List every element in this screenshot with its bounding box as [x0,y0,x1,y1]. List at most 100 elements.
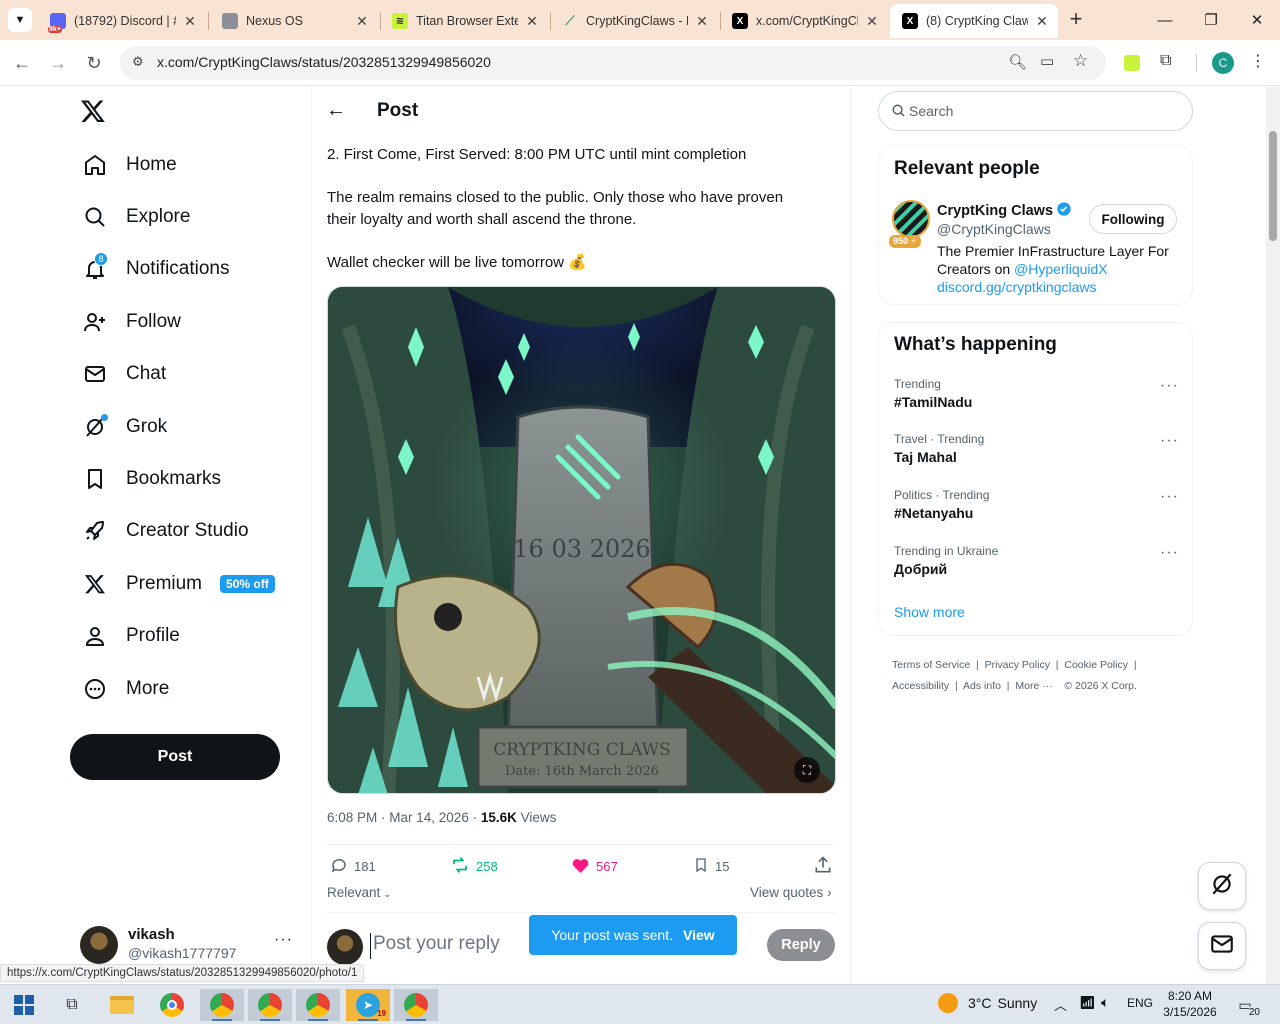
sidebar-item-follow[interactable]: Follow [70,298,193,346]
reply-input[interactable]: Post your reply [370,933,520,959]
task-view-icon[interactable]: ⧉ [50,989,94,1021]
forward-button[interactable]: → [45,50,71,76]
weather-widget[interactable]: 3°C Sunny [938,993,1037,1013]
extensions-icon[interactable]: ⧉ [1160,52,1171,70]
search-input[interactable]: Search [878,91,1193,131]
close-icon[interactable]: ✕ [864,13,880,30]
zoom-icon[interactable]: 🔍︎ [1008,53,1027,71]
file-explorer-icon[interactable] [100,989,144,1021]
clock[interactable]: 8:20 AM 3/15/2026 [1160,988,1220,1020]
chrome-profile-w-icon[interactable] [296,989,340,1021]
following-button[interactable]: Following [1089,204,1177,234]
trend-item[interactable]: Trending #TamilNadu ··· [894,377,1179,417]
back-arrow-icon[interactable]: ← [326,99,346,122]
close-icon[interactable]: ✕ [354,13,370,30]
chrome-icon[interactable] [150,989,194,1021]
more-dots-icon[interactable]: ··· [1160,544,1179,562]
post-timestamp[interactable]: 6:08 PM · Mar 14, 2026 · [327,810,481,825]
footer-link[interactable]: Ads info [963,680,1001,692]
bookmark-stat[interactable]: 15 [693,856,729,877]
wifi-icon[interactable]: 📶︎ [1079,995,1096,1011]
like-stat[interactable]: 567 [571,856,618,877]
scrollbar[interactable] [1266,87,1280,984]
tab-x-profile[interactable]: X x.com/CryptKingCl ✕ [720,4,888,38]
sidebar-item-creator-studio[interactable]: Creator Studio [70,507,261,555]
tab-nexus-os[interactable]: Nexus OS ✕ [210,4,378,38]
trend-item[interactable]: Trending in Ukraine Добрий ··· [894,544,1179,584]
sidebar-item-home[interactable]: Home [70,141,189,189]
language-indicator[interactable]: ENG [1127,996,1153,1010]
restore-button[interactable]: ❐ [1188,0,1234,40]
address-bar[interactable]: ⚙ x.com/CryptKingClaws/status/2032851329… [120,46,1106,80]
chrome-profile-a-icon[interactable] [248,989,292,1021]
footer-link[interactable]: Accessibility [892,680,949,692]
tab-titan[interactable]: ≋ Titan Browser Exte ✕ [380,4,548,38]
show-more-link[interactable]: Show more [894,604,965,620]
star-icon[interactable]: ☆ [1073,51,1088,71]
minimize-button[interactable]: — [1142,0,1188,40]
volume-icon[interactable]: 🔈︎ [1101,994,1109,1011]
person-name[interactable]: CryptKing Claws [937,201,1072,221]
image-alt-icon[interactable]: ⛶ [794,757,820,783]
tab-cryptkingclaws[interactable]: ⟋ CryptKingClaws - D ✕ [550,4,718,38]
sidebar-item-grok[interactable]: Grok [70,403,179,451]
titan-extension-icon[interactable] [1124,55,1140,71]
site-info-icon[interactable]: ⚙ [132,54,144,70]
grok-float-button[interactable] [1198,862,1246,910]
notification-center-icon[interactable]: ▭ 20 [1232,994,1260,1018]
chrome-profile-c-icon[interactable] [394,989,438,1021]
close-icon[interactable]: ✕ [1034,13,1050,30]
chrome-profile-icon[interactable] [200,989,244,1021]
messages-float-button[interactable] [1198,922,1246,970]
close-window-button[interactable]: ✕ [1234,0,1280,40]
toast-view-link[interactable]: View [683,927,715,943]
post-image[interactable]: 16 03 2026 CRYPTKING CLAWS Date: 16th Ma… [327,286,836,794]
browser-menu-icon[interactable]: ⋮ [1250,51,1266,71]
profile-avatar[interactable]: C [1212,52,1234,74]
new-tab-button[interactable]: + [1064,8,1088,32]
tab-x-post[interactable]: X (8) CryptKing Claw ✕ [890,4,1058,38]
install-app-icon[interactable]: ▭ [1040,52,1054,70]
more-dots-icon[interactable]: ··· [1160,488,1179,506]
mention-link[interactable]: @HyperliquidX [1014,261,1108,277]
sidebar-item-explore[interactable]: Explore [70,193,202,241]
tray-chevron-icon[interactable]: ︿ [1054,995,1067,1014]
back-button[interactable]: ← [9,50,35,76]
post-button[interactable]: Post [70,734,280,780]
footer-link[interactable]: Cookie Policy [1064,659,1128,671]
close-icon[interactable]: ✕ [524,13,540,30]
footer-link[interactable]: Privacy Policy [985,659,1050,671]
account-switcher[interactable]: vikash @vikash1777797 ··· [78,922,298,966]
view-quotes-link[interactable]: View quotes › [750,885,832,900]
reload-button[interactable]: ↻ [81,50,107,76]
person-handle: @CryptKingClaws [937,221,1051,237]
close-icon[interactable]: ✕ [182,13,198,30]
footer-link[interactable]: More ··· [1015,680,1052,692]
tab-discord[interactable]: 9k+ (18792) Discord | # ✕ [38,4,206,38]
telegram-icon[interactable]: ➤ 19 [346,989,390,1021]
sidebar-item-bookmarks[interactable]: Bookmarks [70,455,233,503]
reply-button[interactable]: Reply [767,929,835,961]
close-icon[interactable]: ✕ [694,13,710,30]
trend-item[interactable]: Travel · Trending Taj Mahal ··· [894,432,1179,472]
more-dots-icon[interactable]: ··· [274,931,293,949]
share-icon[interactable] [813,855,833,880]
x-logo-icon[interactable] [80,98,108,126]
scrollbar-thumb[interactable] [1269,131,1277,241]
more-dots-icon[interactable]: ··· [1160,377,1179,395]
footer-link[interactable]: Terms of Service [892,659,970,671]
sidebar-item-notifications[interactable]: 8 Notifications [70,245,242,293]
bio-link[interactable]: discord.gg/cryptkingclaws [937,278,1187,296]
sort-dropdown[interactable]: Relevant ⌄ [327,885,391,900]
sidebar-item-chat[interactable]: Chat [70,350,178,398]
sidebar-item-more[interactable]: More [70,665,181,713]
reply-stat[interactable]: 181 [330,856,376,877]
tab-search-button[interactable]: ▼ [8,8,32,32]
sidebar-item-profile[interactable]: Profile [70,612,192,660]
windows-start-icon[interactable] [2,989,46,1021]
repost-stat[interactable]: 258 [450,856,498,877]
trend-item[interactable]: Politics · Trending #Netanyahu ··· [894,488,1179,528]
sidebar-item-premium[interactable]: Premium 50% off [70,560,287,608]
more-dots-icon[interactable]: ··· [1160,432,1179,450]
avatar[interactable] [892,200,930,238]
